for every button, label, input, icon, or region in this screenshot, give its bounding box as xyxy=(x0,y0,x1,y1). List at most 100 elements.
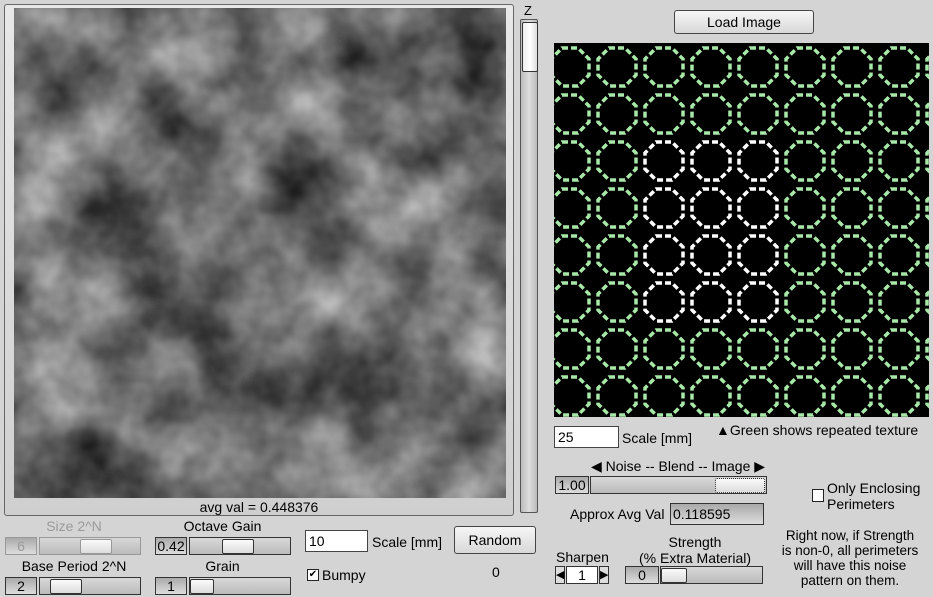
texture-octagon xyxy=(596,93,638,135)
texture-octagon xyxy=(690,375,732,417)
texture-octagon xyxy=(878,93,920,135)
strength-label-line2: (% Extra Material) xyxy=(638,550,752,566)
grain-slider[interactable] xyxy=(189,577,291,595)
bumpy-checkbox[interactable]: ✔ xyxy=(307,569,319,581)
grain-value: 1 xyxy=(155,577,187,595)
texture-octagon xyxy=(596,281,638,323)
octave-gain-control: Octave Gain 0.42 xyxy=(150,518,295,555)
texture-octagon xyxy=(831,234,873,276)
texture-octagon xyxy=(737,187,779,229)
note-line: Right now, if Strength xyxy=(785,528,915,543)
texture-octagon xyxy=(596,187,638,229)
only-enclosing-checkbox[interactable] xyxy=(812,489,824,502)
texture-octagon xyxy=(831,187,873,229)
strength-label: Strength (% Extra Material) xyxy=(620,534,770,566)
texture-octagon xyxy=(831,46,873,88)
base-period-slider[interactable] xyxy=(39,577,141,595)
blend-label: ◀ Noise -- Blend -- Image ▶ xyxy=(590,458,766,475)
strength-slider[interactable] xyxy=(660,566,763,584)
texture-octagon xyxy=(737,328,779,370)
scale-label: Scale [mm] xyxy=(372,534,443,550)
texture-octagon xyxy=(596,140,638,182)
texture-octagon xyxy=(596,328,638,370)
sharpen-increment-icon[interactable]: ▶ xyxy=(599,566,609,584)
grain-control: Grain 1 xyxy=(150,558,295,595)
sharpen-stepper[interactable]: ◀ 1 ▶ xyxy=(555,566,609,584)
texture-octagon xyxy=(643,187,685,229)
random-button[interactable]: Random xyxy=(454,526,536,554)
texture-octagon xyxy=(925,379,933,413)
sharpen-value[interactable]: 1 xyxy=(566,566,598,584)
octave-gain-slider-thumb[interactable] xyxy=(222,539,254,554)
base-period-label: Base Period 2^N xyxy=(21,558,127,574)
size-control: Size 2^N 6 xyxy=(4,518,144,555)
texture-octagon xyxy=(549,140,591,182)
sharpen-label: Sharpen xyxy=(556,549,609,565)
blend-label-text: Noise -- Blend -- Image xyxy=(605,458,751,474)
scale-input[interactable]: 10 xyxy=(305,530,368,552)
base-period-value: 2 xyxy=(5,577,37,595)
texture-octagon xyxy=(596,375,638,417)
z-label: Z xyxy=(524,3,532,18)
texture-octagon xyxy=(831,93,873,135)
texture-octagon xyxy=(549,234,591,276)
texture-octagon xyxy=(784,281,826,323)
base-period-slider-thumb[interactable] xyxy=(50,579,82,594)
only-enclosing-label: Only Enclosing Perimeters xyxy=(827,480,920,512)
z-scroll-thumb[interactable] xyxy=(522,22,538,72)
strength-slider-thumb[interactable] xyxy=(661,568,687,583)
texture-octagon xyxy=(690,46,732,88)
texture-octagon xyxy=(925,97,933,131)
texture-octagon xyxy=(549,328,591,370)
texture-octagon xyxy=(737,281,779,323)
only-enclosing-label-line1: Only Enclosing xyxy=(827,480,921,496)
octave-gain-value: 0.42 xyxy=(155,537,187,555)
texture-octagon xyxy=(549,46,591,88)
approx-avg-value: 0.118595 xyxy=(670,503,764,525)
strength-label-line1: Strength xyxy=(668,534,722,550)
size-slider xyxy=(39,537,141,555)
texture-octagon xyxy=(784,140,826,182)
texture-octagon xyxy=(878,140,920,182)
texture-octagon xyxy=(549,93,591,135)
z-scrollbar[interactable] xyxy=(520,19,538,513)
texture-octagon xyxy=(925,144,933,178)
texture-octagon xyxy=(737,234,779,276)
texture-octagon xyxy=(878,187,920,229)
note-line: is non-0, all perimeters xyxy=(781,543,919,558)
octave-gain-label: Octave Gain xyxy=(183,518,262,534)
texture-octagon xyxy=(784,375,826,417)
texture-octagon xyxy=(690,140,732,182)
note-line: will have this noise xyxy=(793,558,907,573)
texture-octagon xyxy=(737,93,779,135)
texture-octagon xyxy=(690,187,732,229)
left-arrow-icon[interactable]: ◀ xyxy=(591,458,602,474)
texture-octagon xyxy=(831,375,873,417)
texture-octagon xyxy=(596,46,638,88)
texture-octagon xyxy=(737,375,779,417)
up-triangle-icon: ▲ xyxy=(716,422,730,438)
texture-octagon xyxy=(831,328,873,370)
octave-gain-slider[interactable] xyxy=(189,537,291,555)
texture-octagon xyxy=(784,187,826,229)
size-slider-thumb xyxy=(80,539,112,554)
noise-preview-image xyxy=(14,8,506,498)
texture-octagon xyxy=(549,375,591,417)
right-arrow-icon[interactable]: ▶ xyxy=(754,458,765,474)
texture-octagon xyxy=(690,93,732,135)
texture-octagon xyxy=(643,140,685,182)
texture-octagon xyxy=(878,234,920,276)
texture-octagon xyxy=(784,328,826,370)
grain-slider-thumb[interactable] xyxy=(190,579,214,594)
texture-octagon xyxy=(643,93,685,135)
right-scale-input[interactable]: 25 xyxy=(554,426,619,448)
strength-value: 0 xyxy=(625,566,659,584)
texture-octagon xyxy=(737,46,779,88)
texture-octagon xyxy=(643,234,685,276)
blend-slider[interactable] xyxy=(590,476,767,494)
sharpen-decrement-icon[interactable]: ◀ xyxy=(555,566,565,584)
texture-octagon xyxy=(784,234,826,276)
blend-slider-thumb[interactable] xyxy=(715,478,765,493)
texture-octagon xyxy=(925,238,933,272)
load-image-button[interactable]: Load Image xyxy=(674,10,814,34)
